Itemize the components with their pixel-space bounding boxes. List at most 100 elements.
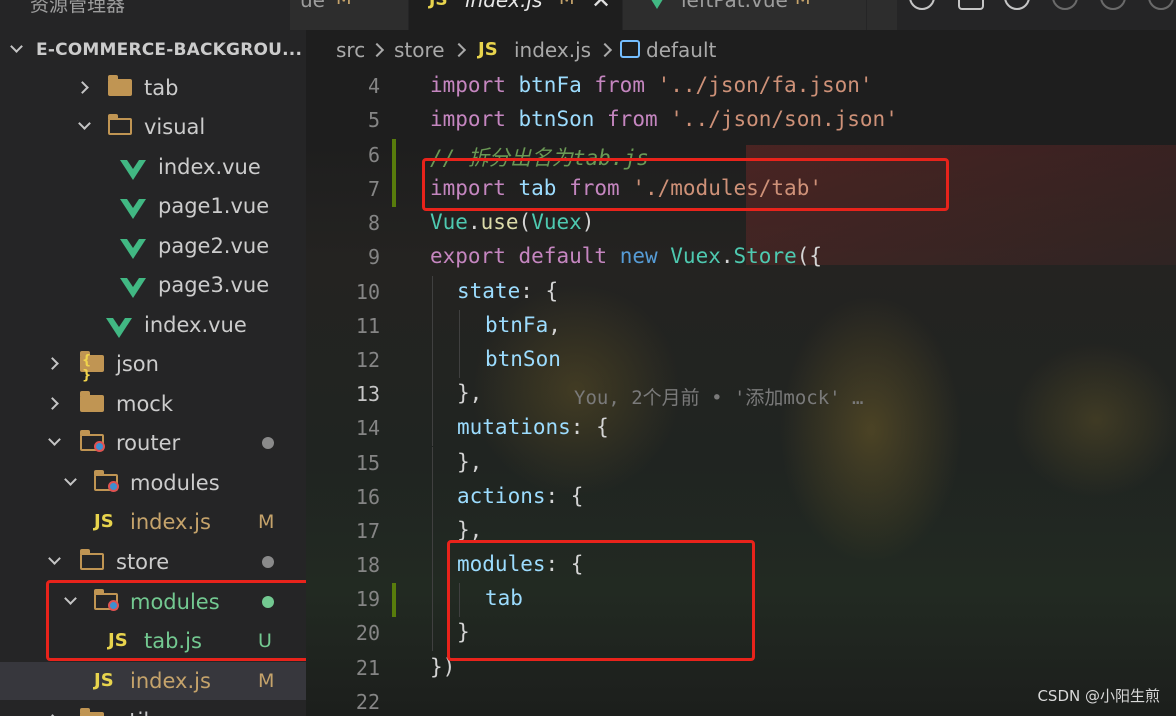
go-back-icon[interactable] — [1052, 0, 1078, 10]
tree-folder-router[interactable]: router — [0, 424, 306, 462]
tree-folder-mock[interactable]: mock — [0, 385, 306, 423]
tab-vue-file[interactable]: ue M — [290, 0, 409, 30]
compare-icon[interactable] — [1004, 0, 1030, 10]
tree-folder-tab[interactable]: tab — [0, 69, 306, 107]
more-actions-icon[interactable] — [1148, 0, 1174, 10]
vue-icon — [649, 0, 665, 9]
tab-leftpat-vue[interactable]: leftPat.vue M — [623, 0, 867, 30]
tree-folder-util[interactable]: util — [0, 702, 306, 716]
code-line[interactable]: 12 btnSon — [306, 344, 1176, 378]
vue-icon — [120, 160, 146, 180]
breadcrumb-src[interactable]: src — [336, 38, 365, 62]
tab-modified-badge: M — [559, 0, 575, 9]
git-status-modified: M — [258, 511, 275, 533]
code-line[interactable]: 6 // 拆分出名为tab.js — [306, 139, 1176, 173]
code-line[interactable]: 4 import btnFa from '../json/fa.json' — [306, 70, 1176, 104]
code-line[interactable]: 18 modules: { — [306, 549, 1176, 583]
indent-guide — [432, 378, 433, 412]
code-text: import btnFa from '../json/fa.json' — [430, 73, 873, 97]
tree-file-page3-vue[interactable]: page3.vue — [0, 266, 306, 304]
folder-icon — [108, 75, 132, 96]
chevron-right-icon — [451, 42, 467, 58]
tree-file-tab-js[interactable]: JS tab.js U — [0, 622, 306, 660]
line-number: 4 — [367, 74, 380, 98]
code-line[interactable]: 16 actions: { — [306, 481, 1176, 515]
folder-router-icon — [79, 430, 105, 452]
close-icon[interactable]: ✕ — [591, 0, 611, 14]
code-editor[interactable]: src store JS index.js default 4 import b… — [306, 30, 1176, 716]
code-text: import btnSon from '../json/son.json' — [430, 107, 898, 131]
line-number: 6 — [367, 143, 380, 167]
tree-file-router-index-js[interactable]: JS index.js M — [0, 503, 306, 541]
tree-item-label: modules — [130, 471, 220, 495]
js-icon: JS — [94, 511, 114, 532]
indent-guide — [432, 481, 433, 515]
vue-icon — [106, 318, 132, 338]
code-line[interactable]: 5 import btnSon from '../json/son.json' — [306, 104, 1176, 138]
line-number: 17 — [355, 519, 380, 543]
indent-guide — [432, 276, 433, 310]
folder-open-icon — [79, 549, 104, 570]
code-line-current[interactable]: 13 }, You, 2个月前 • '添加mock' … — [306, 378, 1176, 412]
code-line[interactable]: 9 export default new Vuex.Store({ — [306, 241, 1176, 275]
chevron-down-icon — [10, 40, 23, 53]
folder-icon — [80, 708, 104, 716]
tree-file-page1-vue[interactable]: page1.vue — [0, 187, 306, 225]
code-text: btnSon — [485, 347, 561, 371]
tree-item-label: router — [116, 431, 181, 455]
project-header[interactable]: E-COMMERCE-BACKGROU... — [0, 34, 306, 66]
js-icon: JS — [478, 39, 498, 60]
tree-item-label: mock — [116, 392, 174, 416]
breadcrumb-file[interactable]: index.js — [514, 38, 591, 62]
indent-guide — [432, 515, 433, 549]
code-text: export default new Vuex.Store({ — [430, 244, 823, 268]
tree-folder-router-modules[interactable]: modules — [0, 464, 306, 502]
git-status-modified: M — [258, 670, 275, 692]
code-text: state: { — [457, 279, 559, 303]
code-line[interactable]: 19 tab — [306, 583, 1176, 617]
tab-index-js[interactable]: JS index.js M ✕ — [409, 0, 623, 30]
git-status-untracked: U — [258, 630, 272, 652]
explorer-panel: E-COMMERCE-BACKGROU... tab visual index.… — [0, 30, 306, 716]
code-line[interactable]: 11 btnFa, — [306, 310, 1176, 344]
tree-item-label: tab.js — [144, 629, 202, 653]
code-line[interactable]: 20 } — [306, 617, 1176, 651]
code-line[interactable]: 8 Vue.use(Vuex) — [306, 207, 1176, 241]
breadcrumb-store[interactable]: store — [394, 38, 445, 62]
source-control-icon[interactable] — [958, 0, 984, 10]
vue-icon — [120, 239, 146, 259]
tree-folder-visual[interactable]: visual — [0, 108, 306, 146]
code-text: }, — [457, 518, 483, 542]
code-line[interactable]: 10 state: { — [306, 276, 1176, 310]
tree-folder-store[interactable]: store — [0, 543, 306, 581]
code-line[interactable]: 17 }, — [306, 515, 1176, 549]
code-line[interactable]: 14 mutations: { — [306, 412, 1176, 446]
code-text: }, — [457, 450, 483, 474]
tree-file-index-vue[interactable]: index.vue — [0, 148, 306, 186]
tree-file-page2-vue[interactable]: page2.vue — [0, 227, 306, 265]
timeline-icon[interactable] — [909, 0, 935, 10]
code-line[interactable]: 21 }) — [306, 652, 1176, 686]
code-text: modules: { — [457, 552, 584, 576]
line-number: 20 — [355, 621, 380, 645]
indent-guide — [459, 310, 460, 344]
line-number: 10 — [355, 280, 380, 304]
code-text: } — [457, 620, 470, 644]
tree-item-label: page1.vue — [158, 194, 270, 218]
tab-overflow[interactable] — [867, 0, 898, 30]
tree-file-index-vue[interactable]: index.vue — [0, 306, 306, 344]
line-number: 13 — [355, 382, 380, 406]
tree-item-label: index.js — [130, 669, 211, 693]
tree-folder-json[interactable]: json — [0, 345, 306, 383]
tab-label: leftPat.vue — [681, 0, 788, 12]
tree-folder-store-modules[interactable]: modules — [0, 583, 306, 621]
go-forward-icon[interactable] — [1100, 0, 1126, 10]
gutter-modified-marker — [392, 139, 396, 173]
line-number: 7 — [367, 177, 380, 201]
code-text: Vue.use(Vuex) — [430, 210, 595, 234]
vue-icon — [120, 199, 146, 219]
tree-file-store-index-js[interactable]: JS index.js M — [0, 662, 306, 700]
breadcrumb-symbol[interactable]: default — [646, 38, 716, 62]
code-line[interactable]: 15 }, — [306, 447, 1176, 481]
code-line[interactable]: 7 import tab from './modules/tab' — [306, 173, 1176, 207]
